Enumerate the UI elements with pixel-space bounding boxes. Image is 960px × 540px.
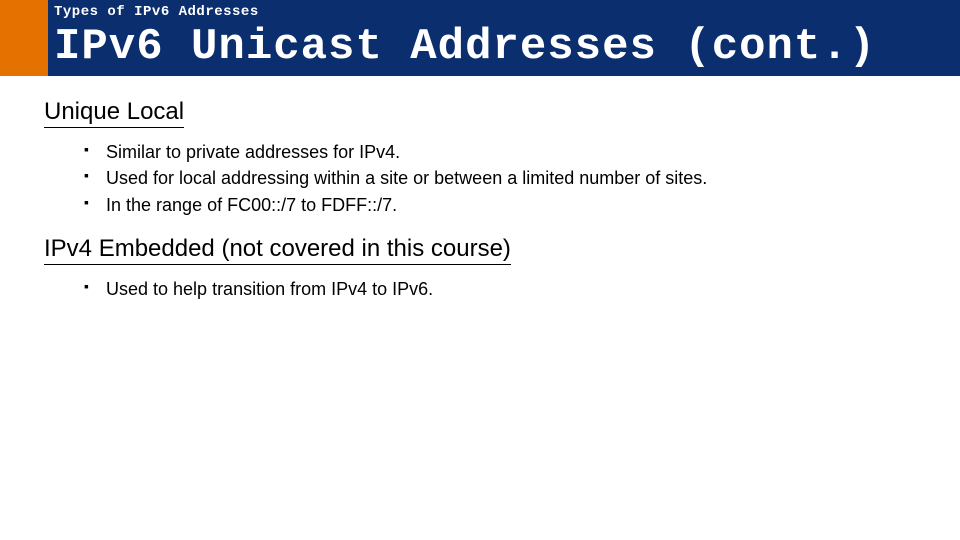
breadcrumb: Types of IPv6 Addresses (54, 4, 259, 20)
bullet-list: Used to help transition from IPv4 to IPv… (84, 277, 930, 301)
slide-title: IPv6 Unicast Addresses (cont.) (54, 22, 876, 72)
list-item: In the range of FC00::/7 to FDFF::/7. (84, 193, 930, 217)
section-ipv4-embedded: IPv4 Embedded (not covered in this cours… (44, 231, 930, 301)
bullet-list: Similar to private addresses for IPv4. U… (84, 140, 930, 217)
slide-content: Unique Local Similar to private addresse… (0, 76, 960, 301)
slide: Types of IPv6 Addresses IPv6 Unicast Add… (0, 0, 960, 540)
list-item: Used to help transition from IPv4 to IPv… (84, 277, 930, 301)
section-unique-local: Unique Local Similar to private addresse… (44, 94, 930, 217)
header-band: Types of IPv6 Addresses IPv6 Unicast Add… (0, 0, 960, 76)
list-item: Similar to private addresses for IPv4. (84, 140, 930, 164)
accent-block (0, 0, 48, 76)
list-item: Used for local addressing within a site … (84, 166, 930, 190)
section-heading: Unique Local (44, 98, 184, 128)
section-heading: IPv4 Embedded (not covered in this cours… (44, 235, 511, 265)
